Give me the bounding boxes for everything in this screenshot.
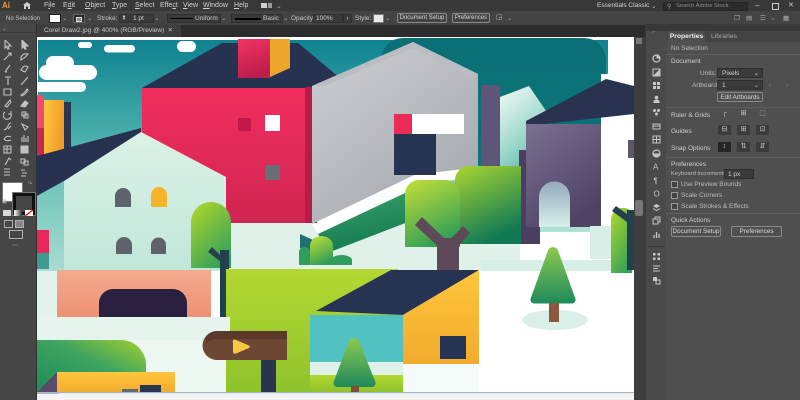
svg-text:A: A	[653, 163, 659, 172]
svg-text:O: O	[654, 190, 660, 199]
svg-text:¶: ¶	[654, 176, 658, 185]
